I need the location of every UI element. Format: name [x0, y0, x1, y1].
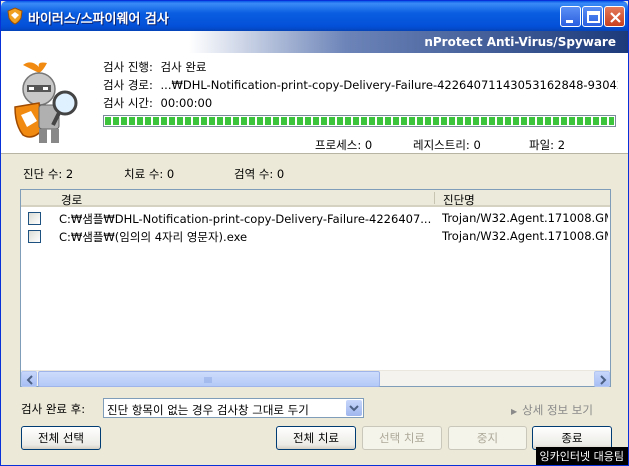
scroll-right-button[interactable]	[594, 371, 610, 387]
grip-icon	[204, 377, 212, 383]
close-icon	[610, 12, 621, 23]
diagnosed-count: 진단 수: 2	[23, 167, 74, 181]
scroll-left-button[interactable]	[21, 371, 37, 387]
close-window-button[interactable]	[604, 6, 625, 27]
quarantined-count: 검역 수: 0	[234, 167, 285, 181]
maximize-button[interactable]	[582, 6, 603, 27]
title-bar[interactable]: 바이러스/스파이웨어 검사	[1, 1, 628, 31]
file-count: 파일: 2	[529, 137, 565, 153]
table-row[interactable]: C:₩샘플₩DHL-Notification-print-copy-Delive…	[21, 209, 610, 227]
scan-path-row: 검사 경로: ...₩DHL-Notification-print-copy-D…	[103, 77, 618, 93]
row-diagnosis: Trojan/W32.Agent.171008.GM	[442, 229, 608, 243]
scan-time-value: 00:00:00	[160, 96, 213, 110]
scan-path-label: 검사 경로:	[103, 78, 153, 92]
treat-all-button[interactable]: 전체 치료	[276, 426, 356, 450]
process-label: 프로세스:	[315, 138, 362, 152]
minimize-button[interactable]	[560, 6, 581, 27]
process-value: 0	[364, 138, 373, 152]
file-label: 파일:	[529, 138, 555, 152]
chevron-left-icon	[26, 375, 33, 385]
window-title: 바이러스/스파이웨어 검사	[28, 12, 169, 27]
minimize-icon	[566, 20, 573, 23]
horizontal-scrollbar[interactable]	[21, 370, 610, 387]
shield-icon	[7, 7, 23, 25]
scan-progress-bar	[103, 115, 616, 127]
scan-progress-value: 검사 완료	[160, 60, 207, 74]
column-header-diagnosis[interactable]: 진단명	[443, 192, 475, 208]
row-diagnosis: Trojan/W32.Agent.171008.GM	[442, 211, 608, 225]
knight-mascot-icon	[14, 62, 78, 143]
column-header-path[interactable]: 경로	[61, 192, 82, 208]
scan-progress-label: 검사 진행:	[103, 60, 153, 74]
table-header: 경로 진단명	[21, 190, 610, 207]
watermark: 잉카인터넷 대응팀	[535, 447, 628, 465]
after-scan-label: 검사 완료 후:	[21, 402, 86, 416]
row-path: C:₩샘플₩(임의의 4자리 영문자).exe	[59, 230, 248, 244]
triangle-right-icon: ▶	[511, 407, 518, 416]
process-count: 프로세스: 0	[315, 137, 372, 153]
treated-count: 치료 수: 0	[124, 167, 175, 181]
scan-path-value: ...₩DHL-Notification-print-copy-Delivery…	[160, 78, 618, 92]
scan-progress-fill	[105, 117, 614, 125]
scan-progress-row: 검사 진행: 검사 완료	[103, 59, 207, 75]
row-checkbox[interactable]	[28, 230, 41, 243]
table-row[interactable]: C:₩샘플₩(임의의 4자리 영문자).exe Trojan/W32.Agent…	[21, 227, 610, 245]
brand-strip: nProtect Anti-Virus/Spyware	[1, 31, 628, 53]
select-all-button[interactable]: 전체 선택	[21, 426, 101, 450]
results-table: 경로 진단명 C:₩샘플₩DHL-Notification-print-copy…	[20, 189, 611, 387]
details-link-text: 상세 정보 보기	[522, 403, 593, 417]
registry-label: 레지스트리:	[413, 138, 470, 152]
row-checkbox[interactable]	[28, 212, 41, 225]
scan-header: 검사 진행: 검사 완료 검사 경로: ...₩DHL-Notification…	[1, 53, 628, 154]
file-value: 2	[557, 138, 566, 152]
scan-window: 바이러스/스파이웨어 검사 nProtect Anti-Virus/Spywar…	[0, 0, 629, 466]
chevron-down-icon	[349, 405, 359, 412]
after-scan-select[interactable]: 진단 항목이 없는 경우 검사창 그대로 두기	[103, 398, 364, 418]
row-path: C:₩샘플₩DHL-Notification-print-copy-Delive…	[59, 212, 432, 226]
registry-value: 0	[473, 138, 481, 152]
after-scan-select-value: 진단 항목이 없는 경우 검사창 그대로 두기	[107, 403, 309, 417]
column-divider[interactable]	[434, 192, 435, 204]
treat-selected-button[interactable]: 선택 치료	[362, 426, 442, 450]
scan-time-row: 검사 시간: 00:00:00	[103, 95, 212, 111]
brand-name: nProtect Anti-Virus/Spyware	[424, 35, 616, 49]
registry-count: 레지스트리: 0	[413, 137, 481, 153]
scrollbar-thumb[interactable]	[38, 371, 380, 387]
details-link[interactable]: ▶ 상세 정보 보기	[511, 402, 593, 418]
maximize-icon	[587, 11, 600, 23]
dropdown-button[interactable]	[346, 400, 362, 416]
stop-button[interactable]: 중지	[448, 426, 527, 450]
chevron-right-icon	[600, 375, 607, 385]
scan-time-label: 검사 시간:	[103, 96, 153, 110]
